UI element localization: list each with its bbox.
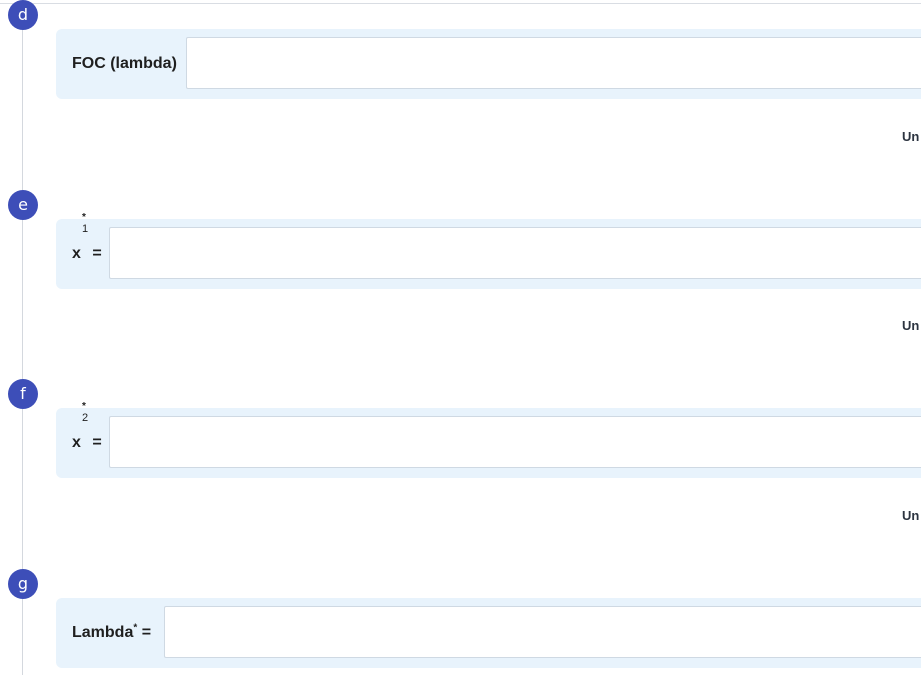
x1-star-variable: x * 1 (72, 212, 89, 263)
lambda-star-text: Lambda (72, 624, 134, 641)
answer-page: d FOC (lambda) Un e x * 1 = Un f x * 2 = Un … (0, 0, 921, 675)
lambda-star-input[interactable] (164, 606, 921, 658)
top-divider (0, 3, 921, 4)
lambda-star-label: Lambda* = (72, 598, 151, 668)
step-badge-g: g (8, 569, 38, 599)
lambda-star-equals: = (141, 624, 152, 641)
status-text-f: Un (902, 508, 920, 523)
foc-lambda-input[interactable] (186, 37, 921, 89)
answer-box-x2-star: x * 2 = (56, 401, 921, 478)
step-badge-d: d (8, 0, 38, 30)
status-text-e: Un (902, 318, 920, 333)
step-badge-f: f (8, 379, 38, 409)
lambda-star-superscript: * (133, 622, 138, 634)
x2-star-variable: x * 2 (72, 401, 89, 452)
answer-box-foc-lambda: FOC (lambda) (56, 29, 921, 99)
status-text-d: Un (902, 129, 920, 144)
x1-star-input[interactable] (109, 227, 921, 279)
answer-box-lambda-star: Lambda* = (56, 598, 921, 668)
x1-star-equals: = (92, 245, 102, 262)
foc-lambda-label: FOC (lambda) (72, 55, 177, 72)
x2-star-equals: = (92, 434, 102, 451)
answer-box-x1-star: x * 1 = (56, 212, 921, 289)
x2-star-label: x * 2 = (72, 401, 102, 478)
step-badge-e: e (8, 190, 38, 220)
x1-star-label: x * 1 = (72, 212, 102, 289)
x2-star-input[interactable] (109, 416, 921, 468)
